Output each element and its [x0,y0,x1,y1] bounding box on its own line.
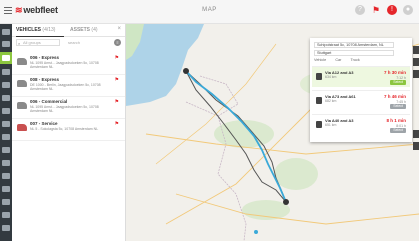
map-side-tab[interactable] [413,130,419,138]
route-time: 7 h 30 min [383,70,406,75]
rail-home-icon[interactable] [2,29,10,35]
vehicle-name: 007 - Service [30,121,58,126]
route-option[interactable]: Via A40 and A3 651 km 8 h 1 min 8:01 h S… [312,114,410,135]
rail-settings-icon[interactable] [2,225,10,231]
rail-calendar-icon[interactable] [2,147,10,153]
vehicle-list-item[interactable]: 006 - Commercial NL 1095 Amst... Jaagpad… [12,96,125,119]
route-distance: 634 km [325,75,337,79]
vehicle-address: DE 1000 - Berlin, Jaagpadsdoeken 5c, 107… [30,83,101,91]
group-filter-value: All groups [23,40,41,45]
truck-icon [17,58,27,65]
tab-assets[interactable]: ASSETS (4) [70,27,98,33]
rail-tools-icon[interactable] [2,108,10,114]
route-planner-card: Schipolstraat 5c, 10708 Amsterdam, NL St… [310,38,412,142]
select-route-button[interactable]: Select [390,128,406,133]
option-vehicle[interactable]: Vehicle [314,58,326,62]
route-to-input[interactable]: Stuttgart [314,50,394,56]
vehicle-list-item[interactable]: 006 - Express NL 1095 Amst... Jaagpadsdo… [12,52,125,75]
route-time: 7 h 46 min [383,94,406,99]
notification-icon[interactable]: ⚑ [371,5,381,15]
forest-area [242,200,290,220]
rail-person-icon[interactable] [2,121,10,127]
rail-map-icon[interactable] [2,55,10,61]
rail-route-icon[interactable] [2,95,10,101]
route-distance: 651 km [325,123,337,127]
destination-marker[interactable] [283,199,289,205]
rail-car-icon[interactable] [2,41,10,47]
alert-flag-icon: ⚑ [114,55,119,61]
alert-flag-icon: ⚑ [114,77,119,83]
select-route-button[interactable]: Select [390,80,406,85]
rail-fuel-icon[interactable] [2,186,10,192]
active-tab-indicator [16,36,64,37]
rail-list-icon[interactable] [2,69,10,75]
forest-area [274,158,318,190]
search-button[interactable]: search [68,40,80,45]
option-car[interactable]: Car [335,58,341,62]
filter-row: ⌕ All groups search ≡ [16,39,121,47]
group-filter-input[interactable]: ⌕ All groups [16,39,60,46]
rail-message-icon[interactable] [2,173,10,179]
vehicle-name: 008 - Express [30,77,60,82]
start-marker[interactable] [183,68,189,74]
alert-icon[interactable]: ! [387,5,397,15]
logo-text: webfleet [23,5,58,15]
country-border [199,75,239,117]
select-route-button[interactable]: Select [390,104,406,109]
car-icon [17,124,27,131]
location-pin[interactable] [254,230,258,234]
rail-doc-icon[interactable] [2,82,10,88]
route-time: 8 h 1 min [386,118,406,123]
vehicle-name: 006 - Express [30,55,60,60]
close-panel-icon[interactable]: × [117,26,121,32]
rail-report-icon[interactable] [2,134,10,140]
vehicle-list-item[interactable]: 008 - Express DE 1000 - Berlin, Jaagpads… [12,74,125,97]
vehicle-address: NL 1095 Amst... Jaagpadsdoeken 5c, 10708… [30,105,99,113]
logo: ≋webfleet [15,5,58,16]
highway [175,193,419,225]
rail-sync-icon[interactable] [2,212,10,218]
map-side-tab[interactable] [413,70,419,78]
vehicle-address: NL 1095 Amst... Jaagpadsdoeken 5c, 10708… [30,61,99,69]
truck-icon [17,102,27,109]
tab-vehicles[interactable]: VEHICLES (4/13) [16,27,55,33]
vehicle-name: 006 - Commercial [30,99,68,104]
vehicles-panel: VEHICLES (4/13) ASSETS (4) × ⌕ All group… [12,24,126,241]
route-type-icon [316,97,322,104]
vehicle-address: NL 5 - Sokolagsta 5c, 10708 Amsterdam NL [30,127,99,131]
route-options: Vehicle Car Truck [314,58,368,62]
panel-tabs: VEHICLES (4/13) ASSETS (4) × [12,24,125,37]
rail-chart-icon[interactable] [2,160,10,166]
option-truck[interactable]: Truck [350,58,359,62]
left-nav-rail [0,24,12,241]
vehicle-list-item[interactable]: 007 - Service NL 5 - Sokolagsta 5c, 1070… [12,118,125,141]
route-distance: 682 km [325,99,337,103]
route-from-input[interactable]: Schipolstraat 5c, 10708 Amsterdam, NL [314,42,394,48]
truck-icon [17,80,27,87]
route-option[interactable]: Via A73 and A61 682 km 7 h 46 min 7:45 h… [312,90,410,111]
rail-user-icon[interactable] [2,199,10,205]
user-avatar-icon[interactable]: ● [403,5,413,15]
map-side-tab[interactable] [413,46,419,54]
map-side-tab[interactable] [413,58,419,66]
route-option[interactable]: Via A12 and A3 634 km 7 h 30 min 7:12 h … [312,66,410,87]
help-icon[interactable]: ? [355,5,365,15]
route-type-icon [316,121,322,128]
logo-mark-icon: ≋ [15,5,23,15]
alert-flag-icon: ⚑ [114,121,119,127]
map-side-tab[interactable] [413,142,419,150]
route-type-icon [316,73,322,80]
top-bar: ≋webfleet MAP ? ⚑ ! ● [0,0,419,24]
filter-icon[interactable]: ≡ [114,39,121,46]
search-icon: ⌕ [18,41,21,46]
alert-flag-icon: ⚑ [114,99,119,105]
menu-icon[interactable] [4,7,12,15]
